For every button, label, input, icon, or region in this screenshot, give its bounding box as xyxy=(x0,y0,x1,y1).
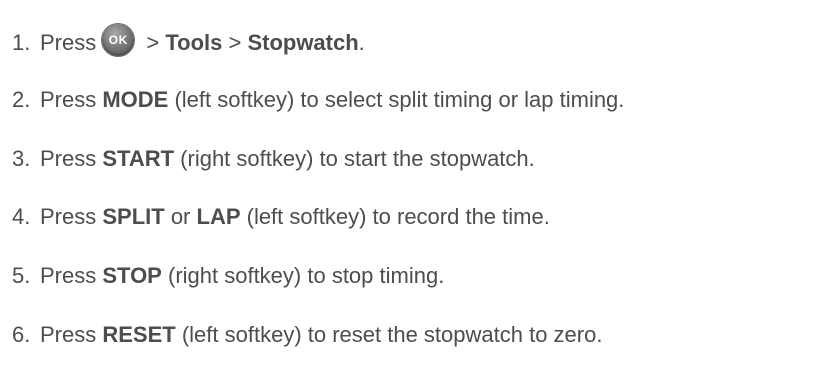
period: . xyxy=(358,30,365,55)
step-4: 4. Press SPLIT or LAP (left softkey) to … xyxy=(12,204,550,230)
step-number: 6. xyxy=(12,322,31,347)
softkey-split: SPLIT xyxy=(102,204,165,229)
step-number: 1. xyxy=(12,30,31,55)
step-number: 4. xyxy=(12,204,31,229)
separator: > xyxy=(222,30,248,55)
ok-button-icon: OK xyxy=(102,24,135,56)
step-text-pre: Press xyxy=(40,204,103,229)
step-1: 1. Press OK > Tools > Stopwatch . xyxy=(12,24,365,59)
softkey-start: START xyxy=(102,146,175,171)
step-text-pre: Press xyxy=(40,322,103,347)
step-3: 3. Press START (right softkey) to start … xyxy=(12,146,535,172)
separator: > xyxy=(140,30,166,55)
step-text-pre: Press xyxy=(40,146,103,171)
softkey-stop: STOP xyxy=(102,263,162,288)
step-6: 6. Press RESET (left softkey) to reset t… xyxy=(12,322,602,348)
menu-tools: Tools xyxy=(165,30,223,55)
softkey-mode: MODE xyxy=(102,87,169,112)
step-text-pre: Press xyxy=(40,87,103,112)
step-text-post: (right softkey) to start the stopwatch. xyxy=(174,146,535,171)
step-text-post: (left softkey) to select split timing or… xyxy=(168,87,625,112)
step-2: 2. Press MODE (left softkey) to select s… xyxy=(12,87,624,113)
step-text-mid: or xyxy=(164,204,197,229)
ok-button-label: OK xyxy=(108,33,128,47)
softkey-reset: RESET xyxy=(102,322,176,347)
step-number: 5. xyxy=(12,263,31,288)
softkey-lap: LAP xyxy=(196,204,241,229)
step-number: 2. xyxy=(12,87,31,112)
step-5: 5. Press STOP (right softkey) to stop ti… xyxy=(12,263,444,289)
step-text-press: Press xyxy=(40,30,97,55)
step-text-post: (left softkey) to record the time. xyxy=(240,204,550,229)
step-text-post: (left softkey) to reset the stopwatch to… xyxy=(175,322,603,347)
menu-stopwatch: Stopwatch xyxy=(247,30,359,55)
step-text-post: (right softkey) to stop timing. xyxy=(161,263,445,288)
step-text-pre: Press xyxy=(40,263,103,288)
step-number: 3. xyxy=(12,146,31,171)
